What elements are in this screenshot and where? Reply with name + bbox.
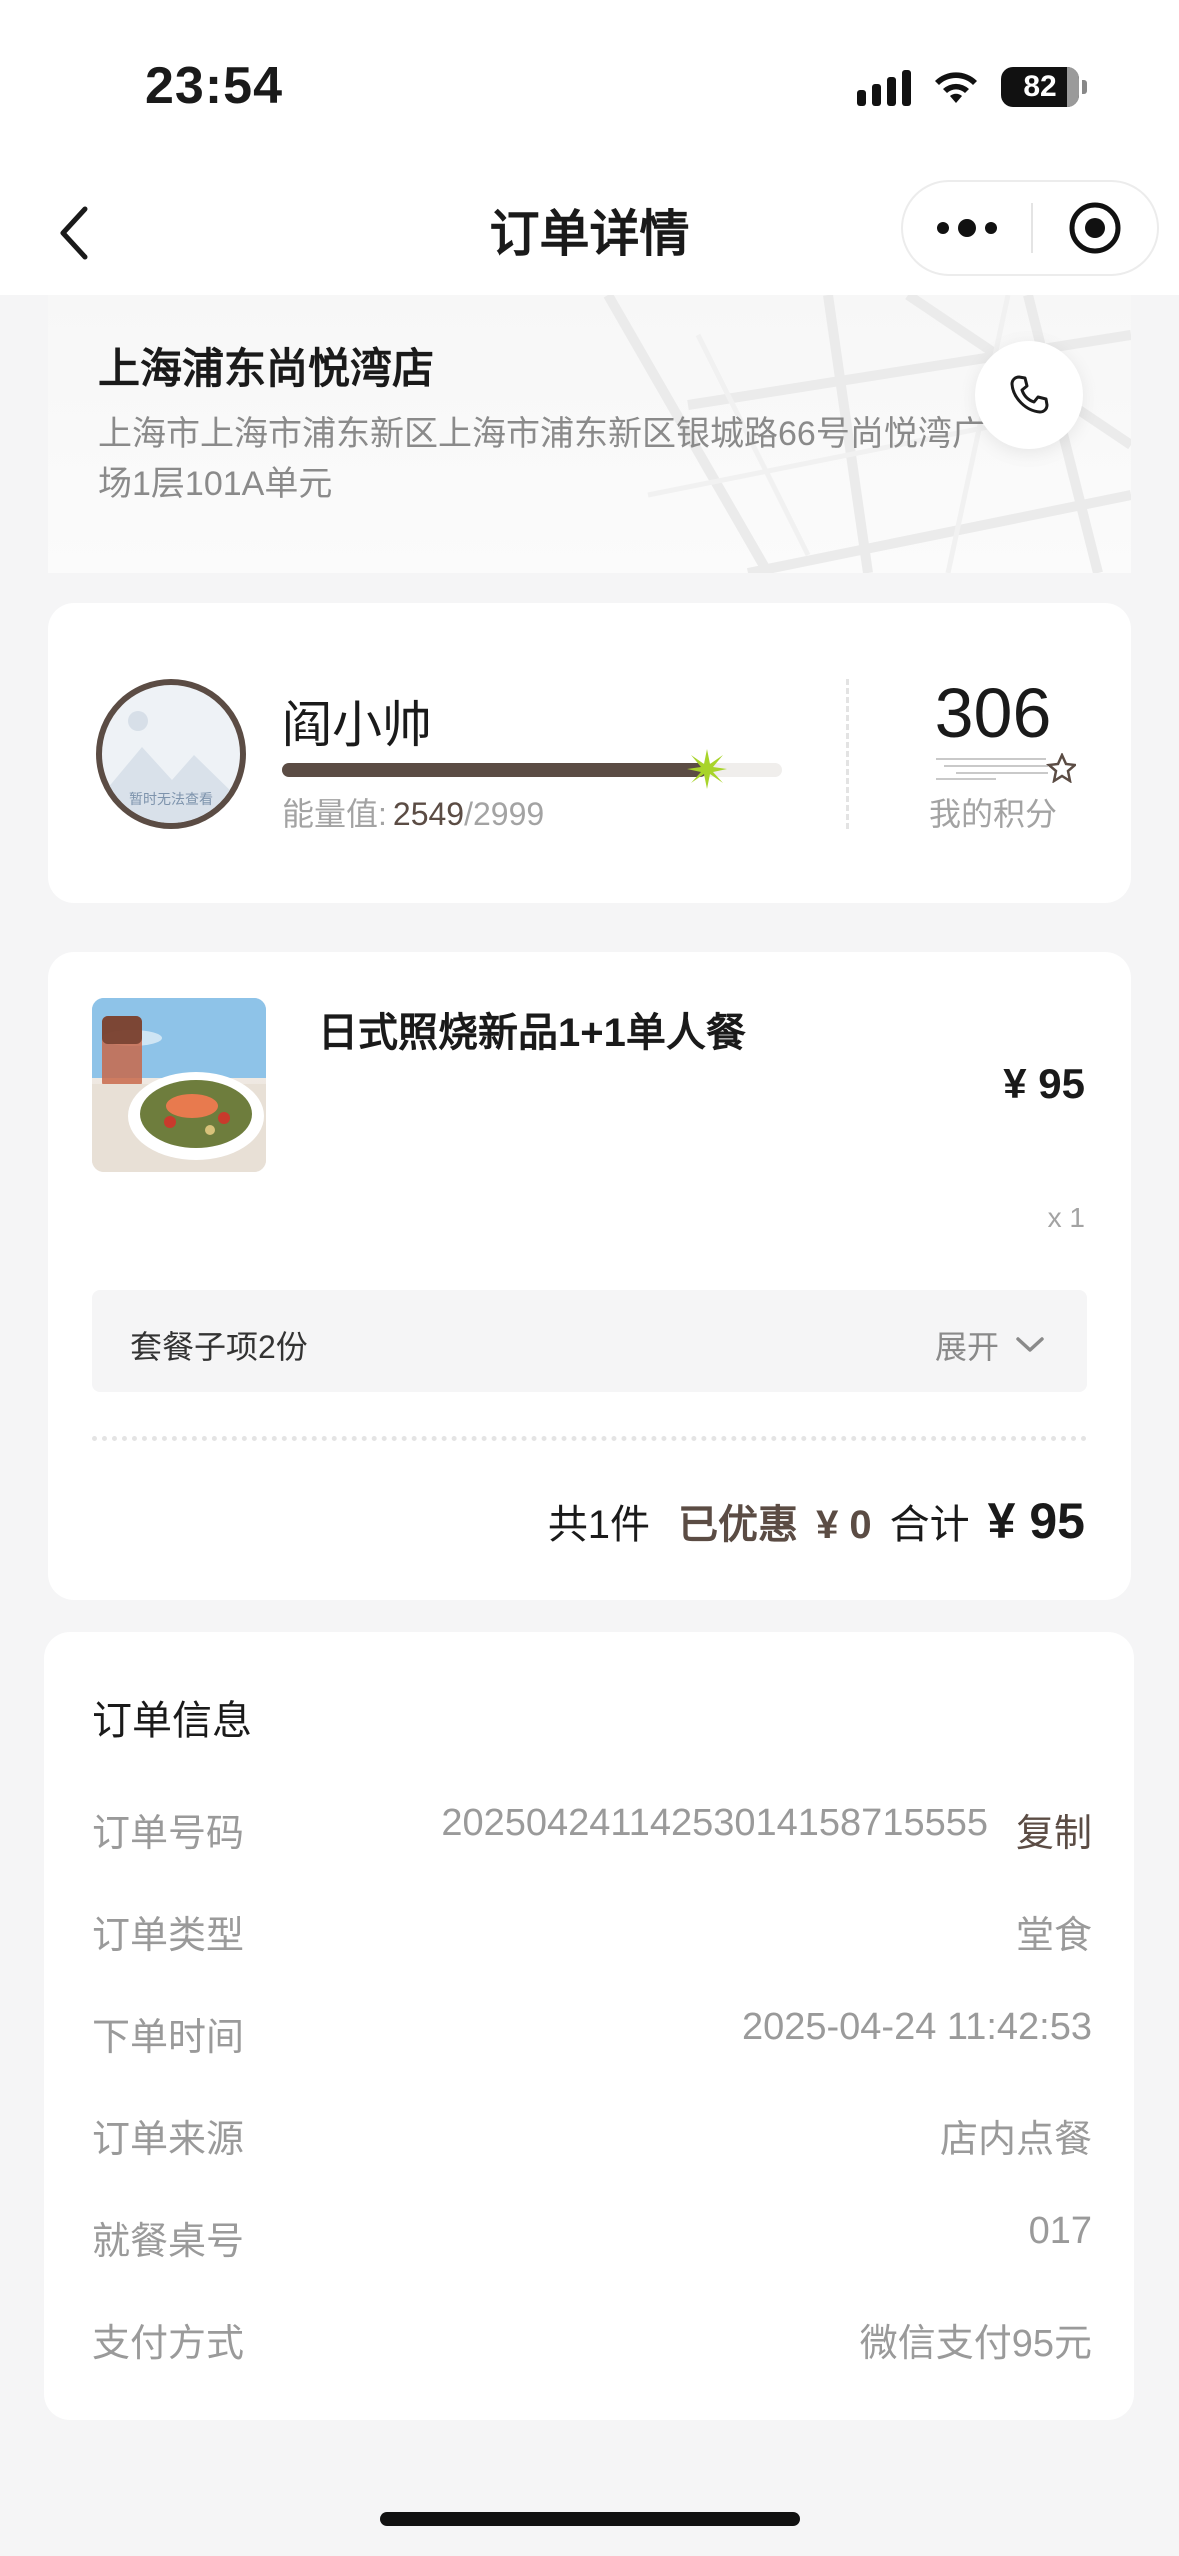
info-value: 店内点餐 xyxy=(939,2119,1092,2161)
status-time: 23:54 xyxy=(145,57,283,115)
table-number-row: 就餐桌号 017 xyxy=(92,2210,1092,2270)
status-bar: 23:54 82 xyxy=(0,0,1179,170)
close-button[interactable] xyxy=(1033,182,1157,274)
info-value: 2025-04-24 11:42:53 xyxy=(741,2006,1092,2048)
status-icons: 82 xyxy=(857,62,1087,112)
product-image xyxy=(92,998,266,1172)
order-summary: 共1件 已优惠 ¥ 0 合计 ¥ 95 xyxy=(548,1492,1085,1550)
points-value: 306 xyxy=(934,674,1052,752)
wifi-icon xyxy=(935,72,977,103)
points-label: 我的积分 xyxy=(928,796,1057,832)
combo-sub-items[interactable]: 套餐子项2份 展开 xyxy=(92,1290,1087,1392)
info-label: 订单来源 xyxy=(92,2119,245,2161)
order-number-row: 订单号码 20250424114253014158715555 复制 xyxy=(92,1802,1092,1862)
store-header: 上海浦东尚悦湾店 上海市上海市浦东新区上海市浦东新区银城路66号尚悦湾广场1层1… xyxy=(48,295,1131,573)
info-label: 订单类型 xyxy=(92,1915,245,1957)
member-card[interactable]: 暂时无法查看 阎小帅 能量值: 2549 /2999 306 我的积分 xyxy=(48,603,1131,903)
target-close-icon xyxy=(1069,202,1121,254)
home-indicator[interactable] xyxy=(380,2512,800,2526)
signal-icon xyxy=(857,68,911,106)
store-name: 上海浦东尚悦湾店 xyxy=(98,345,435,392)
info-value: 微信支付95元 xyxy=(859,2323,1092,2365)
expand-button[interactable]: 展开 xyxy=(935,1322,1045,1368)
item-count: 共1件 xyxy=(547,1503,651,1547)
info-label: 支付方式 xyxy=(92,2323,245,2365)
total-value: ¥ 95 xyxy=(987,1493,1085,1549)
info-value: 017 xyxy=(1028,2210,1092,2252)
copy-button[interactable]: 复制 xyxy=(1016,1802,1092,1857)
energy-max: /2999 xyxy=(464,796,545,832)
energy-progress-bar xyxy=(282,749,782,789)
nav-bar: 订单详情 xyxy=(0,170,1179,295)
more-button[interactable] xyxy=(903,182,1031,274)
mini-program-capsule xyxy=(901,180,1159,276)
more-dots-icon xyxy=(937,222,949,234)
store-address: 上海市上海市浦东新区上海市浦东新区银城路66号尚悦湾广场1层101A单元 xyxy=(98,415,986,503)
sparkle-icon xyxy=(687,749,727,789)
order-type-row: 订单类型 堂食 xyxy=(92,1904,1092,1964)
member-divider xyxy=(846,679,849,829)
order-info-card: 订单信息 订单号码 20250424114253014158715555 复制 … xyxy=(44,1632,1134,2420)
phone-icon xyxy=(1010,375,1049,414)
order-items-card: 日式照烧新品1+1单人餐 ¥ 95 x 1 套餐子项2份 展开 共1件 已优惠 … xyxy=(48,952,1131,1600)
order-time-row: 下单时间 2025-04-24 11:42:53 xyxy=(92,2006,1092,2066)
product-name: 日式照烧新品1+1单人餐 xyxy=(318,1011,746,1055)
product-price: ¥ 95 xyxy=(1003,1060,1085,1107)
energy-label: 能量值: xyxy=(282,796,387,832)
battery-level: 82 xyxy=(1023,70,1057,103)
info-label: 下单时间 xyxy=(92,2017,245,2059)
energy-progress-fill xyxy=(282,763,707,777)
payment-method-row: 支付方式 微信支付95元 xyxy=(92,2312,1092,2372)
battery-icon: 82 xyxy=(1001,67,1087,107)
member-name: 阎小帅 xyxy=(282,697,432,753)
info-label: 就餐桌号 xyxy=(92,2221,245,2263)
order-number-value: 20250424114253014158715555 xyxy=(441,1802,988,1844)
call-store-button[interactable] xyxy=(975,341,1083,449)
total-label: 合计 xyxy=(889,1503,970,1547)
star-icon xyxy=(936,753,1076,783)
divider xyxy=(92,1436,1087,1441)
combo-sub-items-label: 套餐子项2份 xyxy=(130,1329,308,1365)
order-source-row: 订单来源 店内点餐 xyxy=(92,2108,1092,2168)
chevron-down-icon xyxy=(1016,1337,1044,1352)
info-value: 堂食 xyxy=(1015,1915,1092,1957)
expand-label: 展开 xyxy=(934,1329,999,1365)
meal-photo xyxy=(92,998,266,1172)
order-info-title: 订单信息 xyxy=(92,1699,252,1743)
discount-value: ¥ 0 xyxy=(816,1503,872,1547)
avatar: 暂时无法查看 xyxy=(96,679,246,829)
info-label: 订单号码 xyxy=(92,1813,245,1855)
avatar-placeholder-text: 暂时无法查看 xyxy=(129,791,213,807)
product-quantity: x 1 xyxy=(1047,1202,1085,1233)
energy-current: 2549 xyxy=(392,796,465,832)
energy-value-row: 能量值: 2549 /2999 xyxy=(282,789,544,835)
discount-label: 已优惠 xyxy=(678,1503,799,1547)
